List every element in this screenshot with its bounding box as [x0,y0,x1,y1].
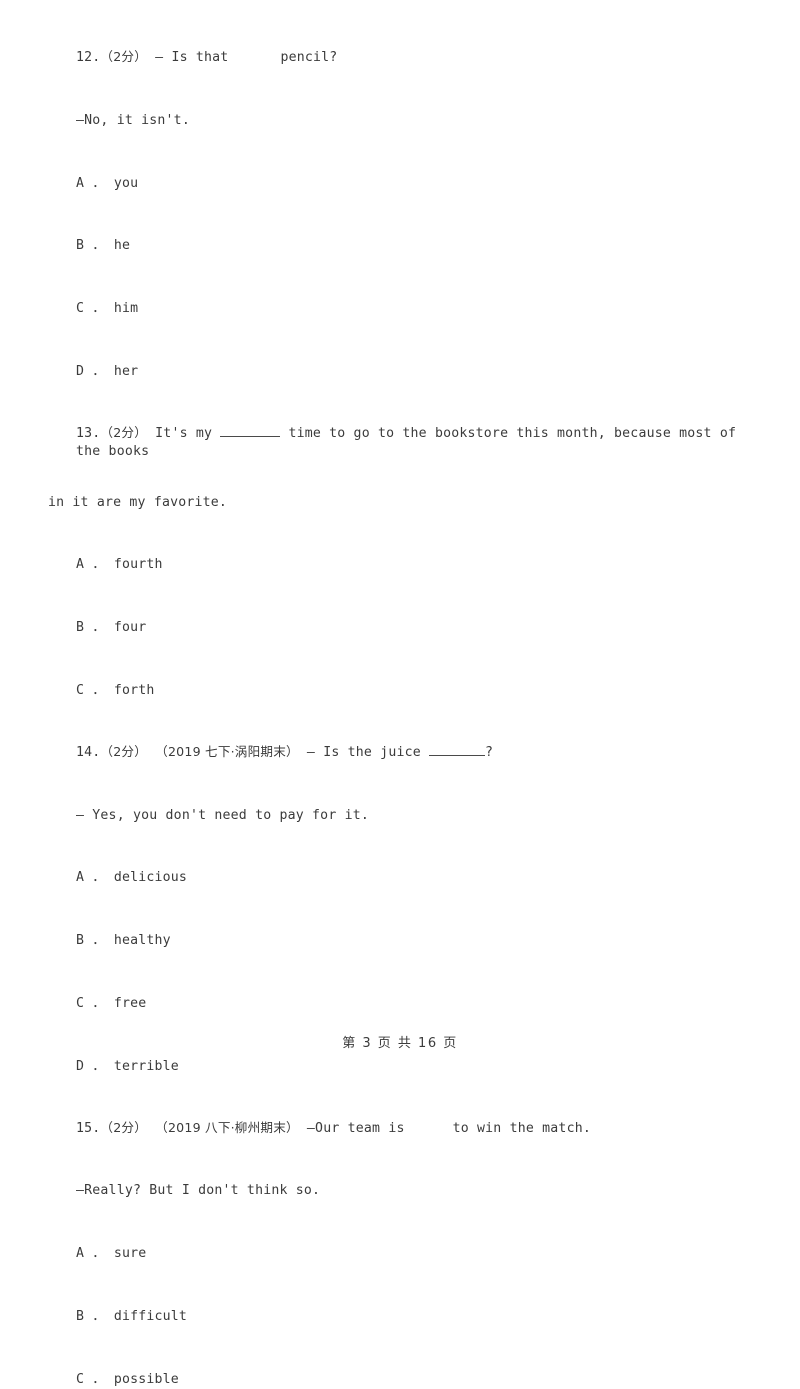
option-item[interactable]: A ． sure [48,1245,754,1263]
option-text: fourth [113,557,163,573]
question-answer-line: —Really? But I don't think so. [76,1183,321,1199]
question-source-tag: （2019 八下·柳州期末） [155,1119,299,1135]
question-stem: 13.（2分） It's my time to go to the bookst… [48,424,754,461]
question-block: 12.（2分） — Is that pencil? —No, it isn't. … [48,48,754,381]
page-footer: 第 3 页 共 16 页 [342,1036,458,1051]
option-letter: D ． [76,364,106,380]
question-answer-line: —No, it isn't. [76,112,190,128]
option-item[interactable]: C ． free [48,995,754,1013]
option-item[interactable]: B ． healthy [48,932,754,950]
question-stem-after: ? [485,744,494,760]
option-letter: B ． [76,620,106,636]
question-stem-after: to win the match. [452,1120,591,1136]
option-letter: B ． [76,238,106,254]
option-item[interactable]: C ． forth [48,682,754,700]
question-block: 13.（2分） It's my time to go to the bookst… [48,424,754,700]
question-stem-wrap: in it are my favorite. [48,494,228,510]
option-text: him [113,301,139,317]
option-item[interactable]: B ． four [48,619,754,637]
question-stem-before: —Our team is [306,1120,405,1136]
question-stem: 12.（2分） — Is that pencil? [48,48,754,67]
question-score: （2分） [100,1119,148,1135]
option-item[interactable]: D ． her [48,363,754,381]
page-content: 12.（2分） — Is that pencil? —No, it isn't. … [48,48,754,1389]
option-letter: C ． [76,996,106,1011]
answer-blank-underline [220,435,281,437]
option-text: he [113,238,131,254]
option-text: difficult [113,1309,188,1325]
option-letter: C ． [76,301,106,317]
option-text: four [113,620,147,636]
question-stem: 15.（2分） （2019 八下·柳州期末） —Our team is to wi… [48,1119,754,1138]
exam-page: 12.（2分） — Is that pencil? —No, it isn't. … [0,0,800,1387]
option-item[interactable]: B ． he [48,237,754,255]
option-letter: C ． [76,682,106,698]
question-number: 13. [76,425,101,441]
option-letter: A ． [76,557,106,573]
option-text: free [113,996,147,1011]
question-stem-before: — Is that [155,50,229,65]
question-score: （2分） [100,49,148,64]
option-item[interactable]: A ． fourth [48,556,754,574]
question-number: 14. [76,744,101,760]
option-item[interactable]: C ． him [48,300,754,318]
question-answer-line: — Yes, you don't need to pay for it. [76,807,370,823]
option-text: sure [113,1246,147,1262]
option-letter: C ． [76,1371,106,1387]
question-block: 14.（2分） （2019 七下·涡阳期末） — Is the juice ? … [48,743,754,1076]
option-letter: B ． [76,1309,106,1325]
question-number: 15. [76,1120,101,1136]
question-stem-after: pencil? [280,50,338,65]
question-stem: 14.（2分） （2019 七下·涡阳期末） — Is the juice ? [48,743,754,762]
question-number: 12. [76,50,101,65]
option-item[interactable]: A ． you [48,175,754,193]
question-stem-before: It's my [155,425,213,441]
question-stem-before: — Is the juice [306,744,421,760]
option-text: her [113,364,139,380]
option-letter: A ． [76,175,106,191]
option-letter: A ． [76,1246,106,1262]
option-text: possible [113,1371,179,1387]
option-text: forth [113,682,155,698]
option-text: healthy [113,933,171,949]
option-letter: A ． [76,870,106,886]
option-letter: B ． [76,933,106,949]
option-text: you [113,175,139,191]
question-score: （2分） [100,424,148,440]
option-item[interactable]: C ． possible [48,1371,754,1389]
option-item[interactable]: A ． delicious [48,869,754,887]
answer-blank-underline [429,754,486,756]
option-item[interactable]: D ． terrible [48,1058,754,1076]
option-text: delicious [113,870,188,886]
option-text: terrible [113,1058,179,1074]
question-source-tag: （2019 七下·涡阳期末） [155,743,299,759]
question-block: 15.（2分） （2019 八下·柳州期末） —Our team is to wi… [48,1119,754,1389]
option-letter: D ． [76,1058,106,1074]
question-score: （2分） [100,743,148,759]
option-item[interactable]: B ． difficult [48,1308,754,1326]
